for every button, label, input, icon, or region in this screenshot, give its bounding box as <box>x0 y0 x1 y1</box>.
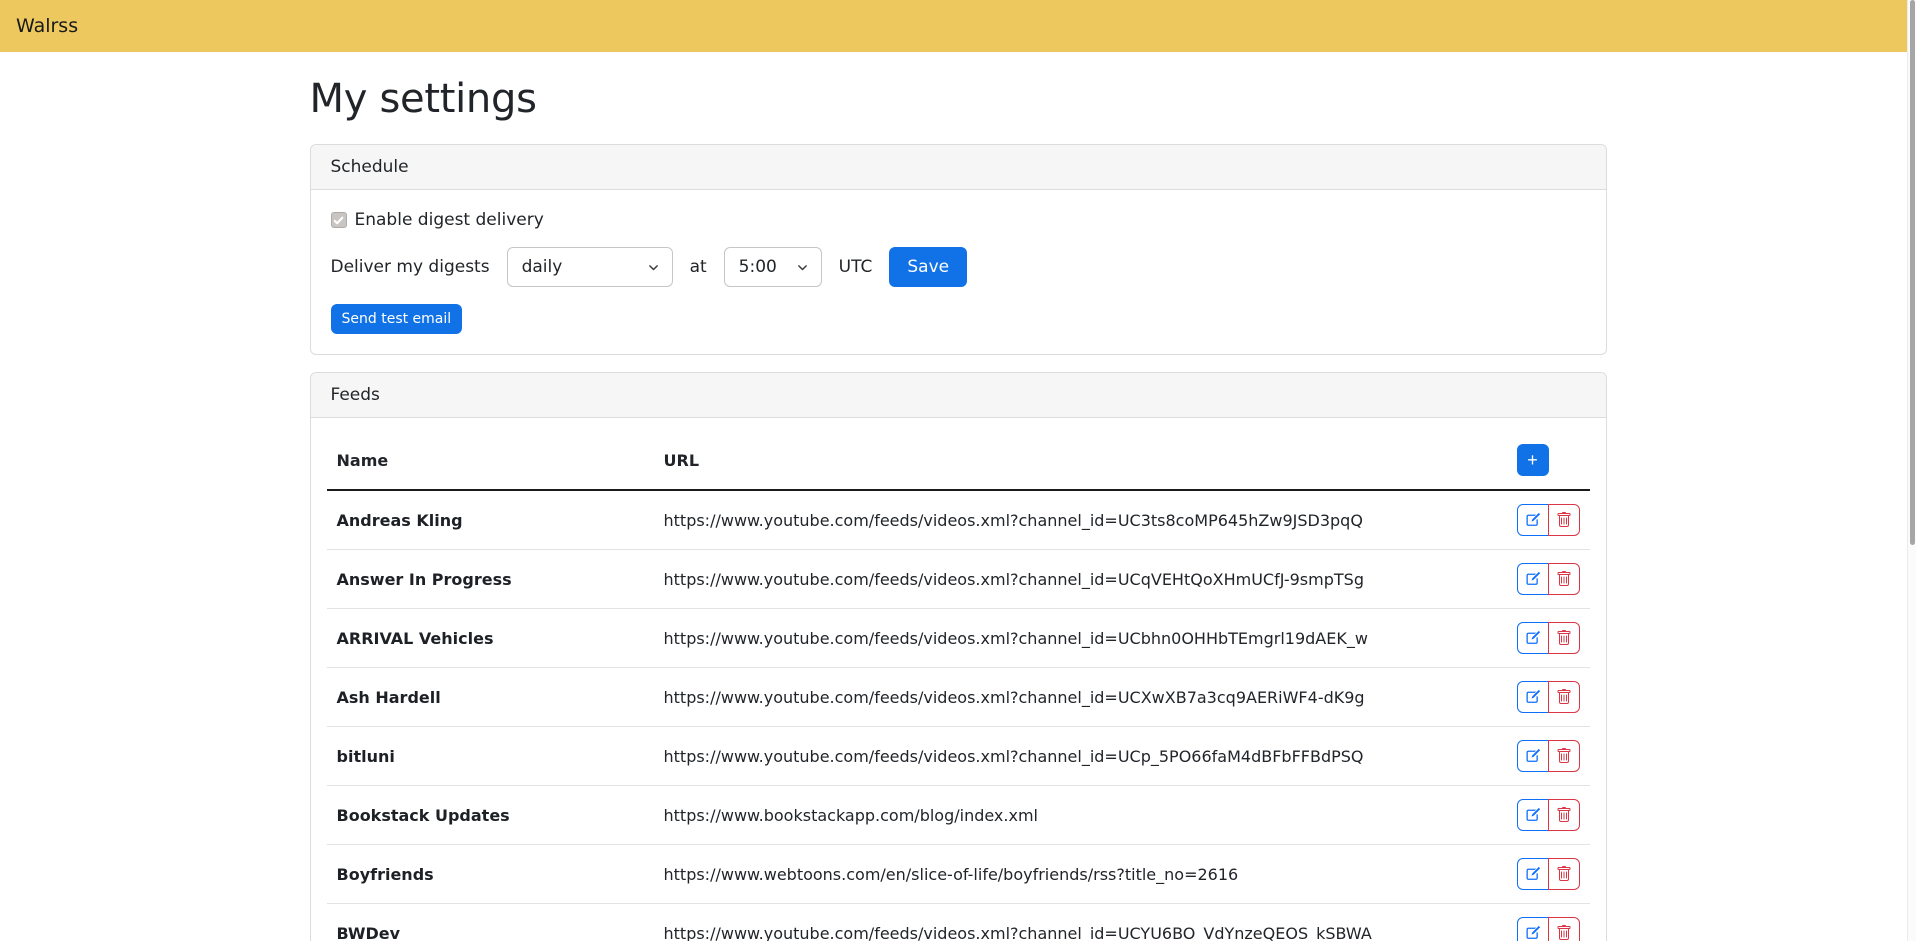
enable-digest-checkbox[interactable] <box>331 212 347 228</box>
trash-icon <box>1556 925 1572 941</box>
trash-icon <box>1556 630 1572 646</box>
delete-feed-button[interactable] <box>1548 740 1580 772</box>
deliver-label: Deliver my digests <box>331 257 490 277</box>
feed-url: https://www.youtube.com/feeds/videos.xml… <box>654 668 1507 727</box>
feed-name: BWDev <box>327 904 654 941</box>
frequency-select-value: daily <box>522 257 563 277</box>
trash-icon <box>1556 571 1572 587</box>
delivery-controls-row: Deliver my digests daily at 5:00 UTC Sav… <box>331 247 1586 287</box>
trash-icon <box>1556 512 1572 528</box>
feeds-card-header: Feeds <box>311 373 1606 418</box>
row-actions <box>1517 563 1580 595</box>
save-button[interactable]: Save <box>889 247 967 287</box>
delete-feed-button[interactable] <box>1548 563 1580 595</box>
pencil-square-icon <box>1525 866 1541 882</box>
edit-feed-button[interactable] <box>1517 622 1549 654</box>
chevron-down-icon <box>796 261 809 274</box>
row-actions <box>1517 917 1580 941</box>
time-select[interactable]: 5:00 <box>724 247 822 287</box>
schedule-card-body: Enable digest delivery Deliver my digest… <box>311 190 1606 354</box>
navbar: Walrss <box>0 0 1907 52</box>
pencil-square-icon <box>1525 807 1541 823</box>
row-actions <box>1517 799 1580 831</box>
feed-name: Answer In Progress <box>327 550 654 609</box>
feed-url: https://www.webtoons.com/en/slice-of-lif… <box>654 845 1507 904</box>
delete-feed-button[interactable] <box>1548 504 1580 536</box>
feed-name: ARRIVAL Vehicles <box>327 609 654 668</box>
feed-name: Boyfriends <box>327 845 654 904</box>
row-actions <box>1517 740 1580 772</box>
feed-name: Andreas Kling <box>327 490 654 550</box>
feeds-table: Name URL + Andreas Kling https://www.you… <box>327 434 1590 941</box>
pencil-square-icon <box>1525 630 1541 646</box>
column-header-name: Name <box>327 434 654 490</box>
row-actions <box>1517 681 1580 713</box>
delete-feed-button[interactable] <box>1548 622 1580 654</box>
delete-feed-button[interactable] <box>1548 858 1580 890</box>
feed-name: Bookstack Updates <box>327 786 654 845</box>
row-actions <box>1517 622 1580 654</box>
time-select-value: 5:00 <box>739 257 777 277</box>
pencil-square-icon <box>1525 925 1541 941</box>
trash-icon <box>1556 689 1572 705</box>
table-row: bitluni https://www.youtube.com/feeds/vi… <box>327 727 1590 786</box>
table-row: Andreas Kling https://www.youtube.com/fe… <box>327 490 1590 550</box>
timezone-label: UTC <box>839 257 873 277</box>
trash-icon <box>1556 866 1572 882</box>
schedule-card: Schedule Enable digest delivery Deliver … <box>310 144 1607 355</box>
pencil-square-icon <box>1525 571 1541 587</box>
feed-name: Ash Hardell <box>327 668 654 727</box>
scrollbar-thumb[interactable] <box>1910 0 1915 545</box>
feeds-table-header-row: Name URL + <box>327 434 1590 490</box>
feed-name: bitluni <box>327 727 654 786</box>
edit-feed-button[interactable] <box>1517 799 1549 831</box>
feeds-card-body: Name URL + Andreas Kling https://www.you… <box>311 418 1606 941</box>
add-feed-button[interactable]: + <box>1517 444 1549 476</box>
table-row: Ash Hardell https://www.youtube.com/feed… <box>327 668 1590 727</box>
enable-digest-row: Enable digest delivery <box>331 210 1586 230</box>
table-row: Bookstack Updates https://www.bookstacka… <box>327 786 1590 845</box>
column-header-actions: + <box>1507 434 1590 490</box>
main-content: My settings Schedule Enable digest deliv… <box>310 76 1607 941</box>
table-row: Answer In Progress https://www.youtube.c… <box>327 550 1590 609</box>
pencil-square-icon <box>1525 512 1541 528</box>
feed-url: https://www.youtube.com/feeds/videos.xml… <box>654 490 1507 550</box>
page-title: My settings <box>310 76 1607 122</box>
pencil-square-icon <box>1525 748 1541 764</box>
delete-feed-button[interactable] <box>1548 917 1580 941</box>
plus-icon: + <box>1527 451 1538 469</box>
edit-feed-button[interactable] <box>1517 740 1549 772</box>
app-brand[interactable]: Walrss <box>16 15 78 37</box>
column-header-url: URL <box>654 434 1507 490</box>
trash-icon <box>1556 748 1572 764</box>
edit-feed-button[interactable] <box>1517 858 1549 890</box>
table-row: Boyfriends https://www.webtoons.com/en/s… <box>327 845 1590 904</box>
delete-feed-button[interactable] <box>1548 681 1580 713</box>
check-icon <box>333 215 344 226</box>
table-row: ARRIVAL Vehicles https://www.youtube.com… <box>327 609 1590 668</box>
edit-feed-button[interactable] <box>1517 563 1549 595</box>
edit-feed-button[interactable] <box>1517 681 1549 713</box>
trash-icon <box>1556 807 1572 823</box>
row-actions <box>1517 858 1580 890</box>
frequency-select[interactable]: daily <box>507 247 673 287</box>
pencil-square-icon <box>1525 689 1541 705</box>
feeds-card: Feeds Name URL + Andreas Kling https:/ <box>310 372 1607 941</box>
delete-feed-button[interactable] <box>1548 799 1580 831</box>
feed-url: https://www.youtube.com/feeds/videos.xml… <box>654 550 1507 609</box>
feed-url: https://www.bookstackapp.com/blog/index.… <box>654 786 1507 845</box>
edit-feed-button[interactable] <box>1517 917 1549 941</box>
at-label: at <box>690 257 707 277</box>
row-actions <box>1517 504 1580 536</box>
enable-digest-label: Enable digest delivery <box>355 210 544 230</box>
page-scrollbar[interactable] <box>1907 0 1916 941</box>
send-test-email-button[interactable]: Send test email <box>331 304 463 334</box>
chevron-down-icon <box>647 261 660 274</box>
feed-url: https://www.youtube.com/feeds/videos.xml… <box>654 609 1507 668</box>
schedule-card-header: Schedule <box>311 145 1606 190</box>
table-row: BWDev https://www.youtube.com/feeds/vide… <box>327 904 1590 941</box>
feed-url: https://www.youtube.com/feeds/videos.xml… <box>654 904 1507 941</box>
feed-url: https://www.youtube.com/feeds/videos.xml… <box>654 727 1507 786</box>
edit-feed-button[interactable] <box>1517 504 1549 536</box>
